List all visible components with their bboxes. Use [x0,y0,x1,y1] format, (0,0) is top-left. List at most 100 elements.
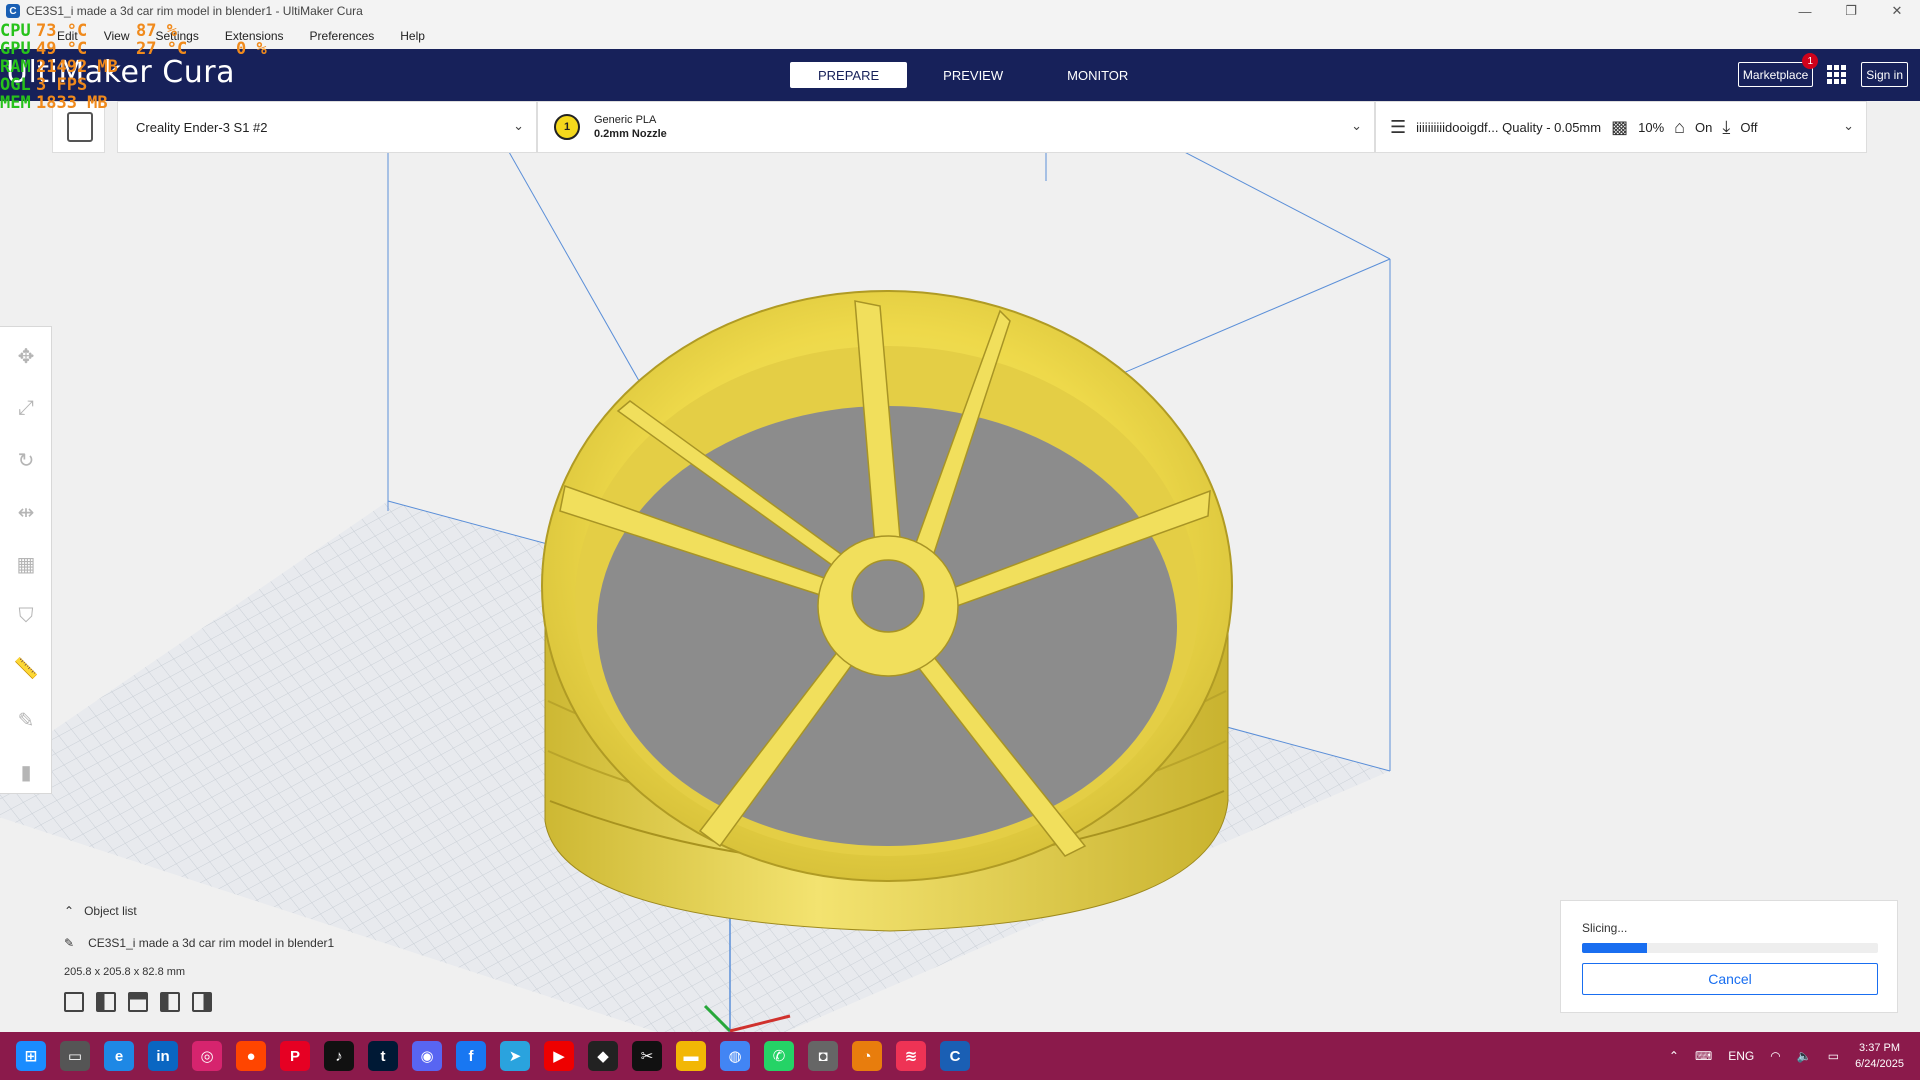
measure-tool-icon[interactable]: 📏 [0,647,52,689]
audio-app-icon[interactable]: ≋ [896,1041,926,1071]
pencil-icon: ✎ [64,936,75,950]
perf-row-mem: MEM 1833 MB [0,93,108,113]
list-item[interactable]: ✎ CE3S1_i made a 3d car rim model in ble… [64,936,334,950]
linkedin-icon[interactable]: in [148,1041,178,1071]
perf-row-ram: RAM 21492 MB [0,57,118,77]
view-front-icon[interactable] [96,992,116,1012]
taskbar-apps: ⊞ ▭ e in ◎ ● P ♪ t ◉ f ➤ ▶ ◆ ✂ ▬ ◍ ✆ ◘ ◔ ≋ C [16,1041,970,1071]
sign-in-button[interactable]: Sign in [1861,62,1908,87]
system-tray: ⌃ ⌨ ENG ◠ 🔈 ▭ 3:37 PM 6/24/2025 [1669,1032,1904,1080]
performance-overlay: CPU 73 °C 87 % GPU 49 °C 27 °C 0 % RAM 21492 M… [0,22,267,112]
view-left-icon[interactable] [160,992,180,1012]
windows-start-icon[interactable]: ⊞ [16,1041,46,1071]
language-indicator[interactable]: ENG [1728,1049,1754,1063]
chevron-up-icon[interactable]: ⌃ [1669,1049,1679,1063]
edge-icon[interactable]: e [104,1041,134,1071]
move-tool-icon[interactable]: ✥ [0,335,52,377]
marketplace-button[interactable]: Marketplace 1 [1737,53,1819,87]
pinterest-icon[interactable]: P [280,1041,310,1071]
settings-sliders-icon: ☰ [1390,116,1407,137]
tiktok-icon[interactable]: ♪ [324,1041,354,1071]
youtube-icon[interactable]: ▶ [544,1041,574,1071]
close-button[interactable]: ✕ [1874,0,1920,22]
tumblr-icon[interactable]: t [368,1041,398,1071]
battery-icon[interactable]: ▭ [1828,1049,1839,1063]
material-name: Generic PLA [594,114,657,126]
windows-taskbar: ⊞ ▭ e in ◎ ● P ♪ t ◉ f ➤ ▶ ◆ ✂ ▬ ◍ ✆ ◘ ◔ ≋ C ⌃ ⌨ ENG ◠ 🔈 ▭ 3:… [0,1032,1920,1080]
view-3d-icon[interactable] [64,992,84,1012]
tool-panel: ✥ ⤢ ↻ ⇹ ▦ ⛉ 📏 ✎ ▮ [0,326,52,794]
paint-tool-icon[interactable]: ✎ [0,699,52,741]
rotate-tool-icon[interactable]: ↻ [0,439,52,481]
infill-value: 10% [1638,119,1665,135]
cylinder-tool-icon[interactable]: ▮ [0,751,52,793]
app-header: UltiMaker Cura PREPARE PREVIEW MONITOR M… [0,49,1920,101]
task-view-icon[interactable]: ▭ [60,1041,90,1071]
scale-tool-icon[interactable]: ⤢ [0,387,52,429]
material-selector[interactable]: 1 Generic PLA 0.2mm Nozzle ⌄ [537,101,1375,153]
object-list-title: Object list [84,904,137,918]
cura-icon[interactable]: C [940,1041,970,1071]
keyboard-icon[interactable]: ⌨ [1695,1049,1712,1063]
instagram-icon[interactable]: ◎ [192,1041,222,1071]
marketplace-badge: 1 [1802,53,1819,69]
marketplace-label: Marketplace [1742,67,1809,82]
window-controls: — ❐ ✕ [1782,0,1920,22]
3d-viewport[interactable] [0,101,1920,1032]
facebook-icon[interactable]: f [456,1041,486,1071]
profile-label: iiiiiiiiiidooigdf... Quality - 0.05mm [1416,119,1602,135]
support-icon: ⌂ [1674,116,1686,137]
menu-preferences[interactable]: Preferences [310,29,375,43]
capcut-icon[interactable]: ✂ [632,1041,662,1071]
file-explorer-icon[interactable]: ▬ [676,1041,706,1071]
maximize-button[interactable]: ❐ [1828,0,1874,22]
slicing-panel: Slicing... Cancel [1560,900,1898,1013]
menu-bar: Edit View Settings Extensions Preference… [0,22,1920,49]
folder-icon [67,112,93,142]
chrome-icon[interactable]: ◍ [720,1041,750,1071]
clock[interactable]: 3:37 PM 6/24/2025 [1855,1040,1904,1072]
support-value: On [1695,119,1713,135]
window-titlebar: C CE3S1_i made a 3d car rim model in ble… [0,0,1920,22]
camera-icon[interactable]: ◘ [808,1041,838,1071]
perf-row-cpu: CPU 73 °C 87 % [0,21,177,41]
slicing-status: Slicing... [1582,921,1628,935]
adhesion-value: Off [1740,119,1758,135]
unity-icon[interactable]: ◆ [588,1041,618,1071]
cancel-button[interactable]: Cancel [1582,963,1878,995]
camera-view-buttons [64,992,334,1012]
window-title: CE3S1_i made a 3d car rim model in blend… [26,4,363,18]
chevron-down-icon: ⌄ [513,118,524,133]
tab-preview[interactable]: PREVIEW [915,62,1031,88]
support-blocker-tool-icon[interactable]: ⛉ [0,595,52,637]
perf-row-gpu: GPU 49 °C 27 °C 0 % [0,39,267,59]
object-dimensions: 205.8 x 205.8 x 82.8 mm [64,966,186,978]
rim-model[interactable] [541,290,1233,932]
chevron-up-icon: ⌃ [64,904,75,918]
discord-icon[interactable]: ◉ [412,1041,442,1071]
adhesion-icon: ⤓ [1722,116,1731,137]
tab-monitor[interactable]: MONITOR [1039,62,1156,88]
per-model-settings-tool-icon[interactable]: ▦ [0,543,52,585]
chevron-down-icon: ⌄ [1351,118,1362,133]
mirror-tool-icon[interactable]: ⇹ [0,491,52,533]
printer-name: Creality Ender-3 S1 #2 [136,119,268,135]
apps-grid-icon[interactable] [1827,64,1847,85]
minimize-button[interactable]: — [1782,0,1828,22]
slicing-progress-bar [1582,943,1878,953]
menu-help[interactable]: Help [400,29,425,43]
blender-icon[interactable]: ◔ [852,1041,882,1071]
wifi-icon[interactable]: ◠ [1770,1049,1780,1063]
nozzle-size: 0.2mm Nozzle [594,128,667,140]
slicing-progress-fill [1582,943,1648,953]
telegram-icon[interactable]: ➤ [500,1041,530,1071]
view-right-icon[interactable] [192,992,212,1012]
whatsapp-icon[interactable]: ✆ [764,1041,794,1071]
view-top-icon[interactable] [128,992,148,1012]
tab-prepare[interactable]: PREPARE [790,62,908,88]
volume-icon[interactable]: 🔈 [1797,1049,1812,1063]
clock-time: 3:37 PM [1859,1042,1901,1054]
object-list-header[interactable]: ⌃ Object list [64,904,334,918]
print-settings-selector[interactable]: ☰ iiiiiiiiiidooigdf... Quality - 0.05mm … [1375,101,1867,153]
reddit-icon[interactable]: ● [236,1041,266,1071]
